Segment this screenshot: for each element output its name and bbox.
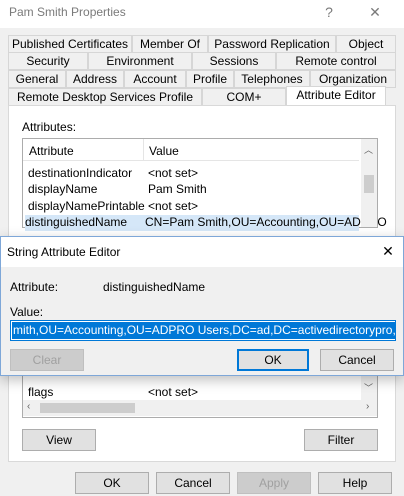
- tab-security[interactable]: Security: [8, 52, 88, 70]
- help-button[interactable]: Help: [318, 472, 392, 494]
- window-title: Pam Smith Properties: [9, 5, 126, 19]
- apply-button[interactable]: Apply: [237, 472, 311, 494]
- tab-account[interactable]: Account: [124, 70, 186, 88]
- table-row[interactable]: displayName Pam Smith: [28, 182, 373, 198]
- row-attribute: displayNamePrintable: [28, 199, 145, 213]
- scroll-down-icon[interactable]: ﹀: [364, 381, 373, 394]
- row-value: <not set>: [148, 166, 199, 180]
- view-button[interactable]: View: [22, 429, 96, 451]
- value-input[interactable]: mith,OU=Accounting,OU=ADPRO Users,DC=ad,…: [10, 320, 396, 341]
- column-header-attribute[interactable]: Attribute: [29, 144, 74, 158]
- tab-published-certificates[interactable]: Published Certificates: [8, 35, 132, 53]
- scroll-right-icon[interactable]: ›: [366, 401, 369, 412]
- list-vertical-scrollbar-lower[interactable]: ﹀: [361, 376, 377, 400]
- column-header-value[interactable]: Value: [149, 144, 179, 158]
- value-text-selected: mith,OU=Accounting,OU=ADPRO Users,DC=ad,…: [12, 322, 395, 339]
- dialog-close-icon[interactable]: ✕: [373, 239, 403, 265]
- list-horizontal-scrollbar[interactable]: ‹ ›: [23, 400, 377, 416]
- attributes-list-lower[interactable]: flags <not set> ﹀ ‹ ›: [22, 376, 378, 418]
- row-value: Pam Smith: [148, 182, 207, 196]
- tab-object[interactable]: Object: [336, 35, 396, 53]
- filter-button[interactable]: Filter: [304, 429, 378, 451]
- cancel-button[interactable]: Cancel: [156, 472, 230, 494]
- tab-environment[interactable]: Environment: [88, 52, 192, 70]
- tab-general[interactable]: General: [8, 70, 66, 88]
- dialog-title: String Attribute Editor: [7, 245, 121, 259]
- row-value: CN=Pam Smith,OU=Accounting,OU=ADPRO: [145, 215, 387, 229]
- row-attribute: displayName: [28, 182, 98, 196]
- tab-password-replication[interactable]: Password Replication: [208, 35, 336, 53]
- attributes-list[interactable]: Attribute Value destinationIndicator <no…: [22, 138, 387, 231]
- tab-attribute-editor[interactable]: Attribute Editor: [286, 86, 386, 106]
- dialog-ok-button[interactable]: OK: [237, 349, 309, 371]
- tab-remote-desktop-services-profile[interactable]: Remote Desktop Services Profile: [8, 88, 202, 106]
- table-row[interactable]: displayNamePrintable <not set>: [28, 199, 373, 215]
- clear-button[interactable]: Clear: [10, 349, 84, 371]
- tab-remote-control[interactable]: Remote control: [276, 52, 396, 70]
- row-value: <not set>: [148, 385, 199, 399]
- horizontal-scrollbar-thumb[interactable]: [40, 403, 135, 413]
- tab-member-of[interactable]: Member Of: [132, 35, 208, 53]
- attribute-name: distinguishedName: [103, 280, 206, 294]
- string-attribute-editor-dialog: String Attribute Editor ✕ Attribute: dis…: [0, 236, 404, 376]
- scrollbar-thumb[interactable]: [364, 175, 374, 193]
- tab-profile[interactable]: Profile: [186, 70, 234, 88]
- row-value: <not set>: [148, 199, 199, 213]
- row-attribute: flags: [28, 385, 54, 399]
- dialog-title-bar: String Attribute Editor ✕: [1, 237, 403, 267]
- tab-address[interactable]: Address: [66, 70, 124, 88]
- value-label: Value:: [10, 305, 44, 319]
- dialog-cancel-button[interactable]: Cancel: [320, 349, 394, 371]
- attribute-label: Attribute:: [10, 280, 59, 294]
- row-attribute: distinguishedName: [25, 215, 128, 229]
- close-icon[interactable]: ✕: [360, 0, 390, 26]
- tab-sessions[interactable]: Sessions: [192, 52, 276, 70]
- ok-button[interactable]: OK: [75, 472, 149, 494]
- help-icon[interactable]: ?: [314, 0, 344, 26]
- scroll-up-icon[interactable]: ︿: [364, 143, 373, 156]
- column-divider: [143, 139, 144, 161]
- list-vertical-scrollbar[interactable]: ︿: [361, 139, 377, 227]
- table-row[interactable]: destinationIndicator <not set>: [28, 166, 373, 182]
- table-row[interactable]: flags <not set>: [28, 385, 373, 401]
- tab-com-plus[interactable]: COM+: [202, 88, 286, 106]
- attributes-label: Attributes:: [22, 120, 77, 134]
- row-attribute: destinationIndicator: [28, 166, 133, 180]
- scroll-left-icon[interactable]: ‹: [27, 401, 30, 412]
- properties-title-bar: Pam Smith Properties ? ✕: [0, 0, 404, 28]
- table-row-selected[interactable]: distinguishedName CN=Pam Smith,OU=Accoun…: [25, 215, 387, 231]
- list-header: Attribute Value: [23, 139, 359, 161]
